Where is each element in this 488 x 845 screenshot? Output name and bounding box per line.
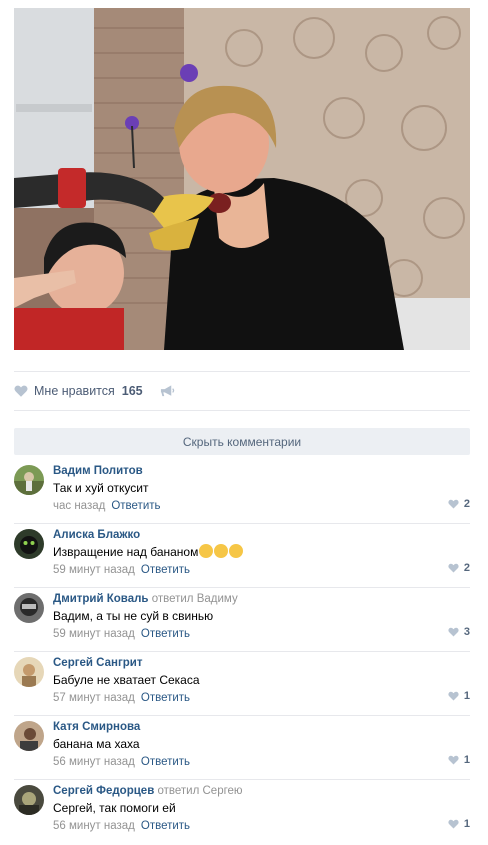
comment-text-content: Извращение над бананом bbox=[53, 545, 199, 559]
comment-like-count: 2 bbox=[463, 562, 470, 574]
small-heart-icon bbox=[448, 691, 459, 701]
post: Мне нравится 165 Скрыть комментарии Вади… bbox=[0, 0, 488, 845]
comment-text: Вадим, а ты не суй в свинью bbox=[53, 609, 214, 623]
comment-time[interactable]: 56 минут назад bbox=[53, 756, 135, 768]
reply-button[interactable]: Ответить bbox=[141, 564, 190, 576]
comment-like[interactable]: 2 bbox=[448, 498, 470, 510]
reply-prefix: ответил bbox=[151, 593, 194, 605]
comment-author[interactable]: Сергей Федорцев bbox=[53, 785, 154, 797]
avatar[interactable] bbox=[14, 593, 44, 623]
hushed-emoji-icon bbox=[229, 544, 244, 558]
avatar[interactable] bbox=[14, 529, 44, 559]
comment-like-count: 1 bbox=[463, 754, 470, 766]
avatar[interactable] bbox=[14, 657, 44, 687]
comment: Алиска Блажко Извращение над бананом 59 … bbox=[14, 524, 470, 588]
comment-text: Сергей, так помоги ей bbox=[53, 801, 176, 815]
avatar[interactable] bbox=[14, 785, 44, 815]
comment-time[interactable]: 59 минут назад bbox=[53, 628, 135, 640]
comment-like-count: 3 bbox=[463, 626, 470, 638]
comment-like[interactable]: 3 bbox=[448, 626, 470, 638]
post-photo[interactable] bbox=[14, 8, 470, 350]
reply-button[interactable]: Ответить bbox=[141, 756, 190, 768]
comment-like[interactable]: 1 bbox=[448, 754, 470, 766]
comment: Дмитрий Коваль ответил Вадиму Вадим, а т… bbox=[14, 588, 470, 652]
comment-text: Так и хуй откусит bbox=[53, 481, 149, 495]
comment-time[interactable]: 56 минут назад bbox=[53, 820, 135, 832]
reply-button[interactable]: Ответить bbox=[141, 820, 190, 832]
comment-author[interactable]: Сергей Сангрит bbox=[53, 657, 142, 669]
reply-button[interactable]: Ответить bbox=[141, 628, 190, 640]
reply-button[interactable]: Ответить bbox=[111, 500, 160, 512]
divider bbox=[14, 371, 470, 372]
comment: Катя Смирнова банана ма хаха 56 минут на… bbox=[14, 716, 470, 780]
reply-prefix: ответил bbox=[157, 785, 200, 797]
divider bbox=[14, 410, 470, 411]
comment-like-count: 1 bbox=[463, 690, 470, 702]
comment-time[interactable]: 57 минут назад bbox=[53, 692, 135, 704]
small-heart-icon bbox=[448, 627, 459, 637]
comment-author[interactable]: Катя Смирнова bbox=[53, 721, 140, 733]
like-label[interactable]: Мне нравится bbox=[34, 384, 115, 398]
comment-text: Извращение над бананом bbox=[53, 544, 470, 560]
comment-like[interactable]: 1 bbox=[448, 818, 470, 830]
scream-emoji-icon bbox=[214, 544, 229, 558]
comment-like-count: 1 bbox=[463, 818, 470, 830]
comment-time[interactable]: 59 минут назад bbox=[53, 564, 135, 576]
comment-like[interactable]: 1 bbox=[448, 690, 470, 702]
hide-comments-button[interactable]: Скрыть комментарии bbox=[14, 428, 470, 455]
comment: Сергей Федорцев ответил Сергею Сергей, т… bbox=[14, 780, 470, 844]
comment-author[interactable]: Дмитрий Коваль bbox=[53, 593, 149, 605]
comment-text: Бабуле не хватает Секаса bbox=[53, 673, 200, 687]
comment: Сергей Сангрит Бабуле не хватает Секаса … bbox=[14, 652, 470, 716]
comment-author[interactable]: Вадим Политов bbox=[53, 465, 143, 477]
comment-author[interactable]: Алиска Блажко bbox=[53, 529, 140, 541]
comment: Вадим Политов Так и хуй откусит час наза… bbox=[14, 460, 470, 524]
small-heart-icon bbox=[448, 819, 459, 829]
avatar[interactable] bbox=[14, 465, 44, 495]
comment-text: банана ма хаха bbox=[53, 737, 140, 751]
comment-like[interactable]: 2 bbox=[448, 562, 470, 574]
flushed-emoji-icon bbox=[199, 544, 214, 558]
megaphone-icon[interactable] bbox=[160, 384, 175, 398]
like-count[interactable]: 165 bbox=[122, 384, 143, 398]
reply-button[interactable]: Ответить bbox=[141, 692, 190, 704]
comment-like-count: 2 bbox=[463, 498, 470, 510]
reply-to-name[interactable]: Вадиму bbox=[197, 593, 238, 605]
comments-list: Вадим Политов Так и хуй откусит час наза… bbox=[14, 460, 470, 844]
small-heart-icon bbox=[448, 499, 459, 509]
post-actions: Мне нравится 165 bbox=[14, 381, 175, 401]
heart-icon[interactable] bbox=[14, 384, 28, 398]
reply-to-name[interactable]: Сергею bbox=[203, 785, 243, 797]
avatar[interactable] bbox=[14, 721, 44, 751]
small-heart-icon bbox=[448, 563, 459, 573]
small-heart-icon bbox=[448, 755, 459, 765]
comment-time[interactable]: час назад bbox=[53, 500, 105, 512]
